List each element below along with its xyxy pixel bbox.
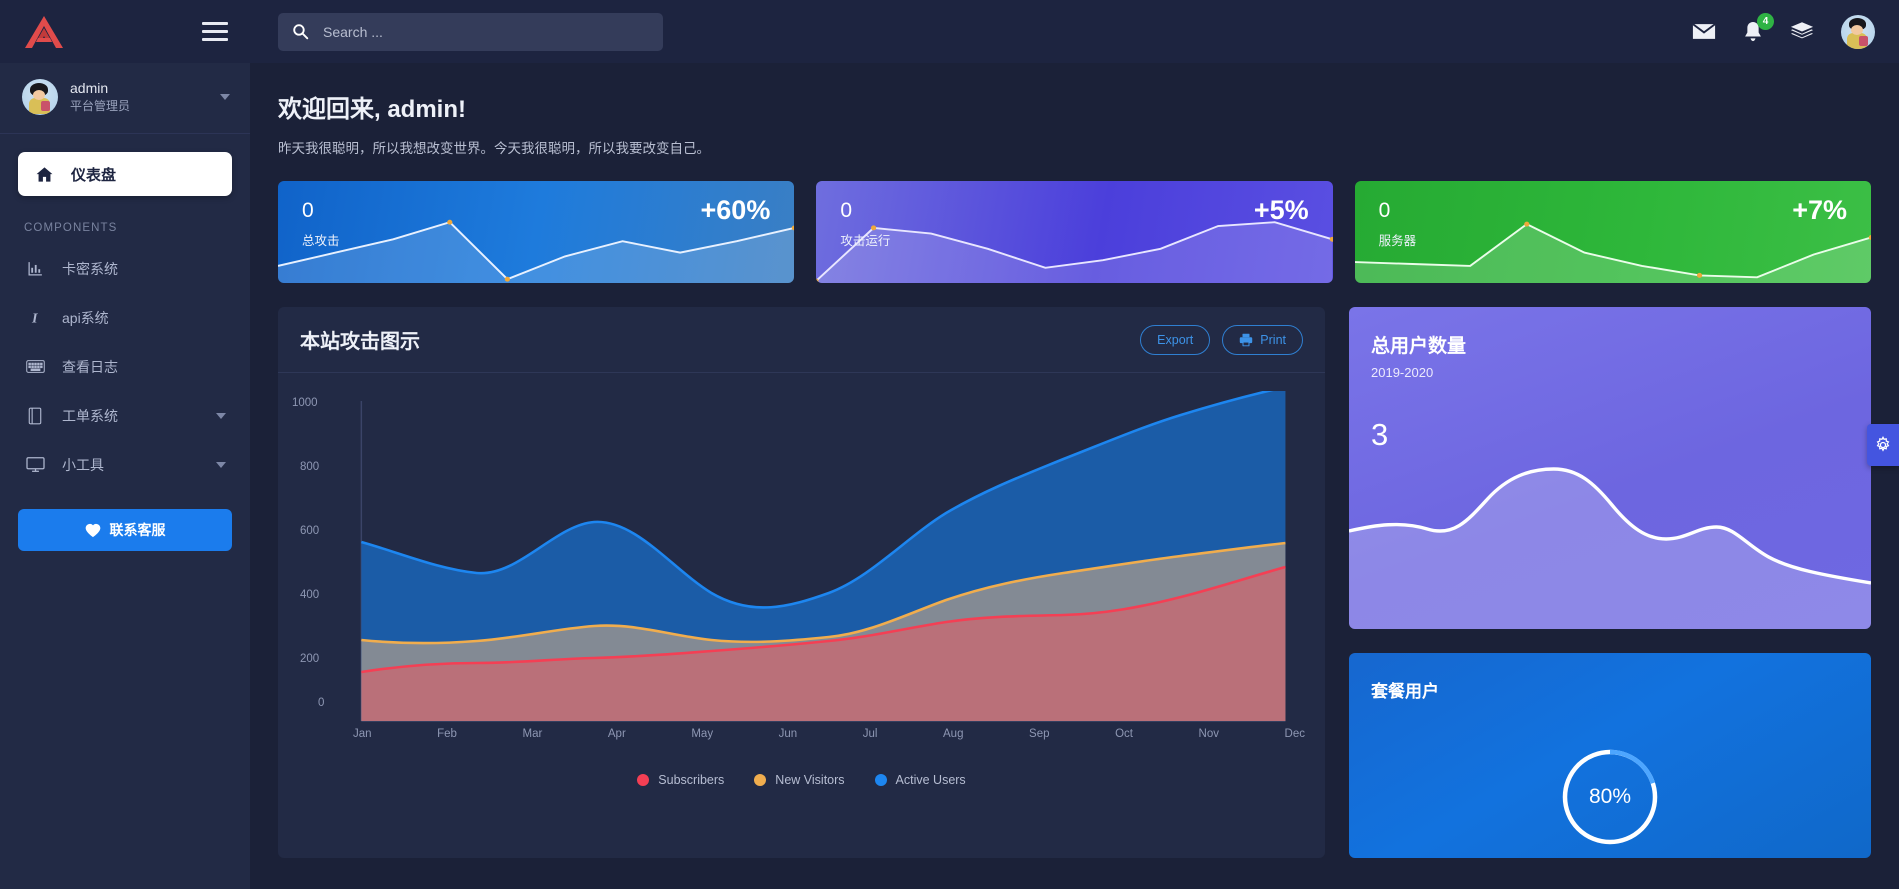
mail-icon[interactable] xyxy=(1692,22,1716,41)
stat-card-running-attacks[interactable]: 0 攻击运行 +5% xyxy=(816,181,1333,283)
topbar-icons: 4 xyxy=(1692,12,1875,49)
print-button-label: Print xyxy=(1260,332,1286,347)
total-users-years: 2019-2020 xyxy=(1371,365,1434,380)
triangle-logo-icon[interactable] xyxy=(22,14,66,50)
stacked-area-chart xyxy=(360,391,1286,722)
sidebar-item-label: 查看日志 xyxy=(62,358,118,375)
sidebar-item-card-system[interactable]: 卡密系统 xyxy=(0,244,250,293)
export-button-label: Export xyxy=(1157,332,1194,347)
sidebar-brand-bar xyxy=(0,0,250,63)
export-button[interactable]: Export xyxy=(1140,324,1211,355)
profile-role: 平台管理员 xyxy=(70,99,131,114)
stat-percent: +7% xyxy=(1792,195,1847,225)
stat-label: 攻击运行 xyxy=(840,234,891,248)
sidebar-profile[interactable]: admin 平台管理员 xyxy=(0,63,250,134)
app-root: admin 平台管理员 仪表盘 COMPONENTS 卡密系统 I api系统 … xyxy=(0,0,1899,889)
stat-card-servers[interactable]: 0 服务器 +7% xyxy=(1354,181,1871,283)
topbar: 4 xyxy=(250,0,1899,63)
sidebar-item-view-logs[interactable]: 查看日志 xyxy=(0,342,250,391)
sidebar-item-tools[interactable]: 小工具 xyxy=(0,440,250,489)
stat-label: 总攻击 xyxy=(302,234,340,248)
chevron-down-icon xyxy=(216,412,226,419)
contact-support-button[interactable]: 联系客服 xyxy=(18,509,232,551)
heart-icon xyxy=(85,523,101,538)
main-area: 4 欢迎回来, admin! 昨天我很聪明，所以我想改变世界。今天我很聪明，所以… xyxy=(250,0,1899,889)
book-icon xyxy=(24,407,46,425)
stat-percent: +60% xyxy=(700,195,771,225)
user-avatar[interactable] xyxy=(1841,14,1875,49)
stat-value: 0 xyxy=(840,199,853,222)
stat-label: 服务器 xyxy=(1378,234,1417,248)
stat-value: 0 xyxy=(1378,199,1391,222)
stat-value: 0 xyxy=(302,199,314,222)
monitor-icon xyxy=(24,456,46,473)
layers-icon[interactable] xyxy=(1790,21,1814,42)
sidebar-item-ticket-system[interactable]: 工单系统 xyxy=(0,391,250,440)
avatar xyxy=(22,79,58,115)
sidebar-section-label: COMPONENTS xyxy=(24,222,118,234)
total-users-count: 3 xyxy=(1371,417,1389,452)
chart-canvas-area[interactable]: 1000 800 600 400 200 0 Jan Feb Mar Apr M… xyxy=(278,373,1325,813)
chart-panel-title: 本站攻击图示 xyxy=(300,331,420,353)
search-icon xyxy=(292,23,309,40)
stat-percent: +5% xyxy=(1253,195,1309,225)
settings-panel-toggle[interactable] xyxy=(1867,424,1899,466)
attack-chart-panel: 本站攻击图示 Export Print 1000 800 600 400 200… xyxy=(278,307,1325,858)
welcome-subtitle: 昨天我很聪明，所以我想改变世界。今天我很聪明，所以我要改变自己。 xyxy=(278,141,710,156)
page-title: 欢迎回来, admin! xyxy=(278,96,467,123)
italic-i-icon: I xyxy=(24,309,46,326)
plan-progress-donut: 80% xyxy=(1558,745,1662,849)
total-users-card[interactable]: 总用户数量 2019-2020 3 xyxy=(1349,307,1871,629)
panels-row: 本站攻击图示 Export Print 1000 800 600 400 200… xyxy=(278,307,1871,858)
contact-support-label: 联系客服 xyxy=(109,522,166,538)
sidebar-item-label: 卡密系统 xyxy=(62,260,118,277)
sidebar-item-label: 仪表盘 xyxy=(71,166,117,184)
stat-cards-row: 0 总攻击 +60% 0 攻击运行 +5% 0 服务器 +7% xyxy=(278,181,1871,283)
chart-bar-icon xyxy=(24,260,46,277)
sidebar-item-label: 工单系统 xyxy=(62,407,118,424)
sidebar: admin 平台管理员 仪表盘 COMPONENTS 卡密系统 I api系统 … xyxy=(0,0,250,889)
chart-panel-header: 本站攻击图示 Export Print xyxy=(278,307,1325,373)
users-wave-chart xyxy=(1349,467,1871,629)
profile-name: admin xyxy=(70,80,109,97)
sidebar-item-dashboard[interactable]: 仪表盘 xyxy=(18,152,232,196)
chevron-down-icon xyxy=(216,461,226,468)
bell-icon[interactable]: 4 xyxy=(1743,12,1774,43)
chevron-down-icon[interactable] xyxy=(220,94,230,100)
sidebar-item-label: api系统 xyxy=(62,309,109,326)
plan-progress-label: 80% xyxy=(1588,785,1632,808)
dashboard-content: 欢迎回来, admin! 昨天我很聪明，所以我想改变世界。今天我很聪明，所以我要… xyxy=(250,63,1899,889)
menu-toggle-icon[interactable] xyxy=(202,22,228,41)
total-users-title: 总用户数量 xyxy=(1371,336,1467,357)
keyboard-icon xyxy=(24,359,46,374)
print-button[interactable]: Print xyxy=(1222,324,1303,355)
search-box[interactable] xyxy=(278,12,663,51)
svg-text:I: I xyxy=(30,310,37,326)
right-column: 总用户数量 2019-2020 3 套餐用户 80% xyxy=(1349,307,1871,858)
plan-users-card[interactable]: 套餐用户 80% xyxy=(1349,653,1871,858)
plan-users-title: 套餐用户 xyxy=(1371,682,1439,701)
printer-icon xyxy=(1239,333,1253,347)
chart-actions: Export Print xyxy=(1140,324,1303,355)
stat-card-total-attacks[interactable]: 0 总攻击 +60% xyxy=(278,181,795,283)
home-icon xyxy=(34,165,55,184)
sidebar-item-api-system[interactable]: I api系统 xyxy=(0,293,250,342)
search-input[interactable] xyxy=(323,23,649,40)
gear-icon xyxy=(1874,436,1892,454)
sidebar-item-label: 小工具 xyxy=(62,456,104,473)
notification-badge: 4 xyxy=(1757,12,1774,30)
